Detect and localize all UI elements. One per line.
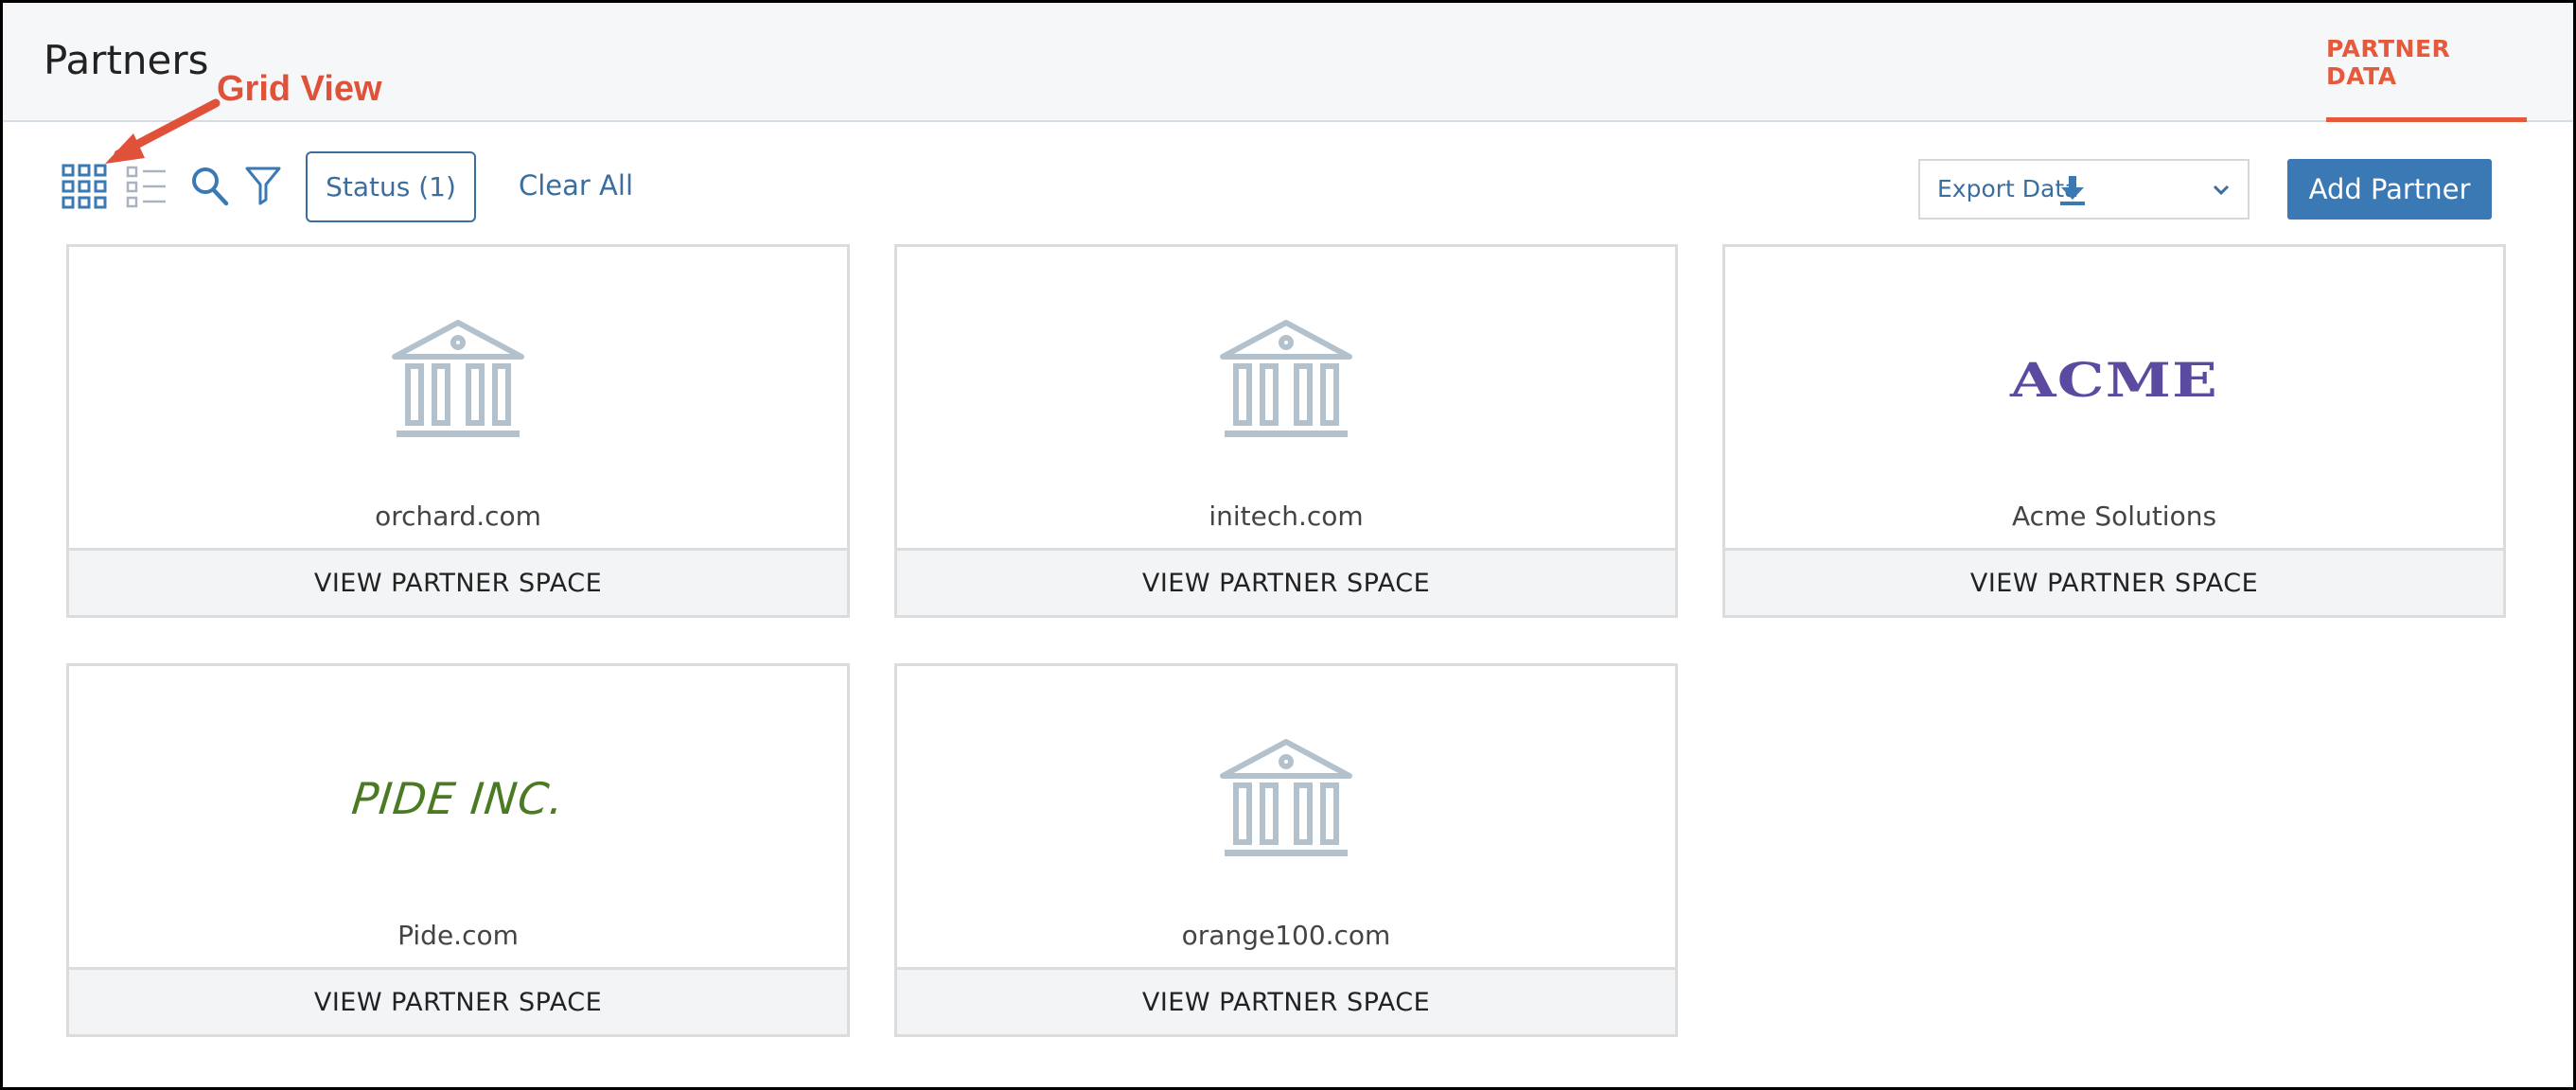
bank-icon (1220, 739, 1352, 856)
view-partner-space-button[interactable]: VIEW PARTNER SPACE (69, 967, 847, 1034)
partner-name: Acme Solutions (2011, 501, 2217, 532)
export-data-dropdown[interactable]: Export Data (1918, 159, 2250, 220)
clear-all-link[interactable]: Clear All (519, 169, 633, 202)
bank-icon (392, 320, 524, 437)
view-partner-space-button[interactable]: VIEW PARTNER SPACE (69, 548, 847, 615)
card-logo (897, 739, 1675, 856)
add-partner-button[interactable]: Add Partner (2287, 159, 2492, 220)
partner-card[interactable]: initech.com VIEW PARTNER SPACE (894, 244, 1678, 618)
view-partner-space-button[interactable]: VIEW PARTNER SPACE (1725, 548, 2503, 615)
partner-name: orchard.com (375, 501, 541, 532)
grid-view-icon[interactable] (62, 164, 107, 209)
partner-card[interactable]: orange100.com VIEW PARTNER SPACE (894, 663, 1678, 1037)
partner-name: initech.com (1209, 501, 1364, 532)
pide-logo: PIDE INC. (349, 773, 567, 824)
card-logo (69, 320, 847, 437)
status-filter-button[interactable]: Status (1) (306, 151, 476, 222)
active-tab-indicator (2326, 117, 2527, 122)
partner-card[interactable]: PIDE INC. Pide.com VIEW PARTNER SPACE (66, 663, 850, 1037)
page-header: Partners PARTNER DATA (3, 3, 2573, 122)
tab-label: PARTNER DATA (2326, 35, 2451, 90)
view-partner-space-button[interactable]: VIEW PARTNER SPACE (897, 967, 1675, 1034)
partners-page: Partners PARTNER DATA Grid View Status (… (3, 3, 2573, 1087)
partner-card[interactable]: ACME Acme Solutions VIEW PARTNER SPACE (1722, 244, 2506, 618)
search-icon[interactable] (190, 166, 230, 207)
partner-card[interactable]: orchard.com VIEW PARTNER SPACE (66, 244, 850, 618)
list-view-icon[interactable] (126, 166, 168, 209)
card-logo (897, 320, 1675, 437)
acme-logo: ACME (2009, 351, 2219, 408)
view-partner-space-button[interactable]: VIEW PARTNER SPACE (897, 548, 1675, 615)
card-logo: PIDE INC. (69, 742, 847, 855)
page-title: Partners (44, 37, 209, 83)
partner-name: Pide.com (397, 920, 519, 951)
filter-icon[interactable] (245, 166, 281, 205)
partner-name: orange100.com (1181, 920, 1391, 951)
download-icon (2060, 176, 2085, 205)
annotation-label: Grid View (217, 69, 382, 109)
tab-partner-data[interactable]: PARTNER DATA (2326, 3, 2527, 122)
card-logo: ACME (1725, 323, 2503, 436)
bank-icon (1220, 320, 1352, 437)
annotation-arrow-icon (105, 98, 221, 164)
chevron-down-icon (2213, 185, 2230, 196)
